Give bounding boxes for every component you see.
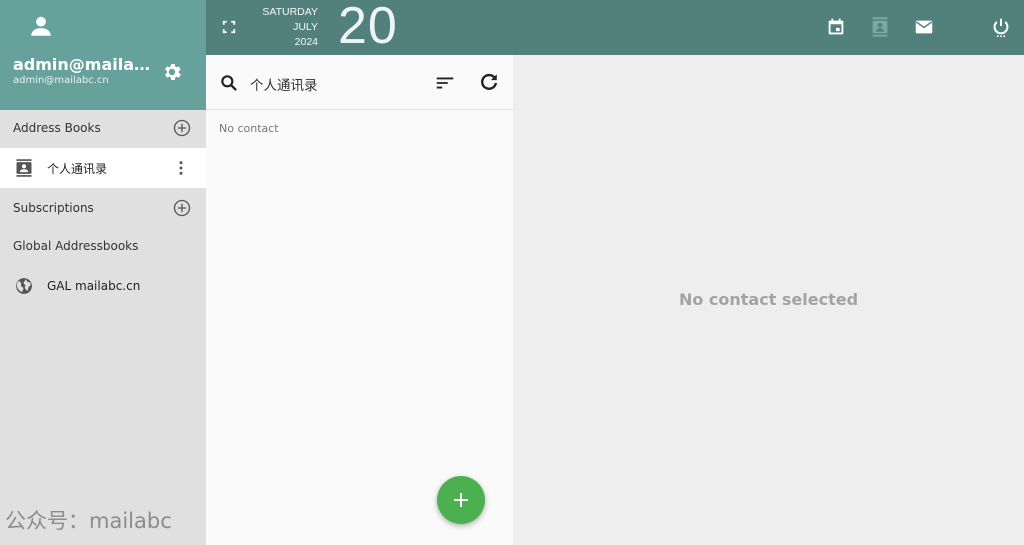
more-vert-icon[interactable] <box>172 158 190 178</box>
address-book-label: 个人通讯录 <box>47 161 108 176</box>
day-number: 20 <box>338 0 398 55</box>
mail-icon[interactable] <box>913 16 935 38</box>
power-icon[interactable] <box>990 16 1012 38</box>
sidebar: admin@mailabc.cn admin@mailabc.cn Addres… <box>0 0 206 545</box>
address-books-section: Address Books <box>0 108 206 148</box>
add-contact-button[interactable]: + <box>437 476 485 524</box>
user-header: admin@mailabc.cn admin@mailabc.cn <box>0 0 206 110</box>
global-addressbooks-section: Global Addressbooks <box>0 226 206 266</box>
no-contact-text: No contact <box>219 122 279 135</box>
list-toolbar: 个人通讯录 <box>206 55 513 110</box>
sort-icon[interactable] <box>434 72 456 94</box>
user-display-name: admin@mailabc.cn <box>13 55 153 74</box>
month: JULY <box>293 21 318 33</box>
calendar-icon[interactable] <box>825 16 847 38</box>
add-address-book-icon[interactable] <box>172 118 192 138</box>
contacts-icon[interactable] <box>869 16 891 38</box>
year: 2024 <box>294 36 318 48</box>
app-window: admin@mailabc.cn admin@mailabc.cn Addres… <box>0 0 1024 545</box>
subscriptions-section: Subscriptions <box>0 188 206 228</box>
date-label: SATURDAY JULY 2024 <box>256 5 318 50</box>
no-contact-selected-text: No contact selected <box>678 290 859 309</box>
fullscreen-icon[interactable] <box>220 18 238 36</box>
refresh-icon[interactable] <box>478 71 500 93</box>
address-book-title: 个人通讯录 <box>250 78 318 94</box>
contact-detail-pane: No contact selected <box>513 55 1024 545</box>
address-book-item-personal[interactable]: 个人通讯录 <box>0 148 206 188</box>
user-email: admin@mailabc.cn <box>13 75 109 86</box>
weekday: SATURDAY <box>262 6 318 18</box>
subscriptions-label: Subscriptions <box>13 201 94 215</box>
global-addressbook-label: GAL mailabc.cn <box>47 279 141 293</box>
plus-icon: + <box>451 487 471 513</box>
person-icon <box>31 16 51 36</box>
contact-book-icon <box>16 159 32 177</box>
watermark-text: 公众号：mailabc <box>5 509 172 533</box>
add-subscription-icon[interactable] <box>172 198 192 218</box>
address-books-label: Address Books <box>13 121 101 135</box>
gear-icon[interactable] <box>161 61 183 83</box>
contacts-list-panel: 个人通讯录 No contact + <box>206 55 513 545</box>
globe-icon <box>16 278 32 294</box>
search-icon[interactable] <box>219 73 239 93</box>
global-addressbooks-label: Global Addressbooks <box>13 239 139 253</box>
top-bar: SATURDAY JULY 2024 20 <box>206 0 1024 55</box>
global-addressbook-item-gal[interactable]: GAL mailabc.cn <box>0 266 206 306</box>
